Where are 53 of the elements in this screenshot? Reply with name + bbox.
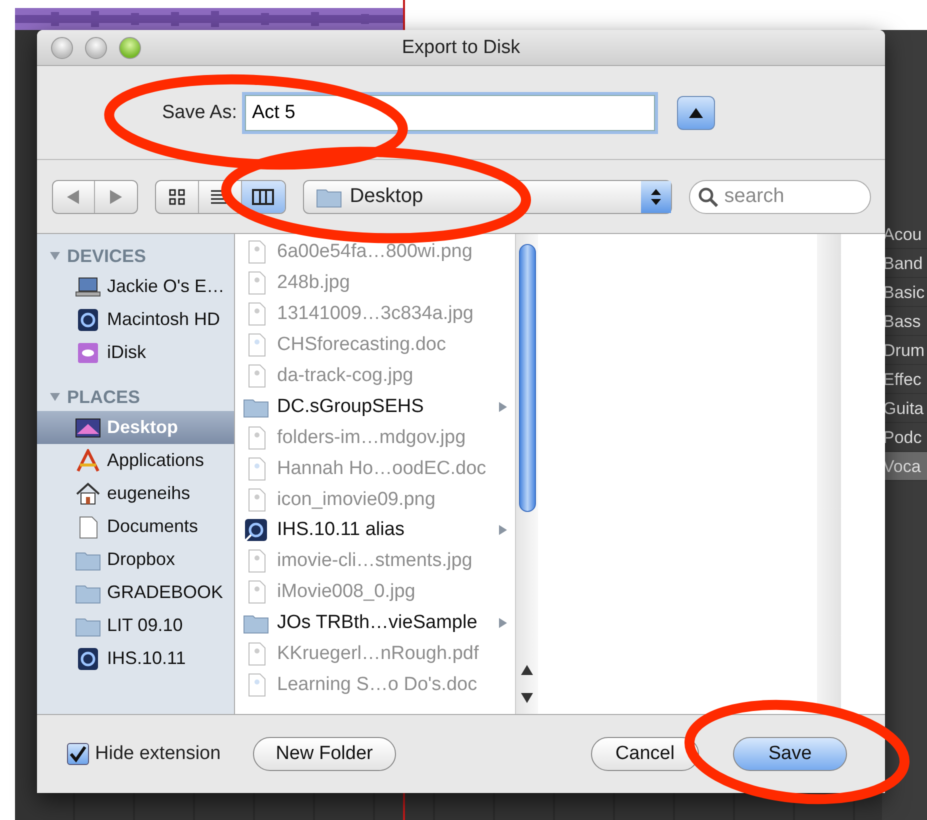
triangle-up-icon: [689, 108, 703, 118]
grid-view-icon: [168, 188, 185, 204]
file-row[interactable]: IHS.10.11 alias: [235, 515, 515, 546]
applications-icon: [75, 448, 101, 472]
sidebar-item[interactable]: eugeneihs: [37, 477, 234, 510]
track-item[interactable]: Voca: [882, 452, 927, 481]
section-heading: PLACES: [67, 386, 140, 408]
disclosure-triangle-icon[interactable]: [49, 250, 61, 262]
back-arrow-icon: [67, 190, 80, 204]
scrollbar[interactable]: [515, 234, 538, 714]
sidebar-item[interactable]: Documents: [37, 510, 234, 543]
chevron-icon: [497, 617, 509, 630]
window-title: Export to Disk: [402, 36, 520, 58]
file-row[interactable]: JOs TRBth…vieSample: [235, 608, 515, 639]
list-view-icon: [210, 188, 229, 204]
chevron-icon: [497, 400, 509, 413]
expand-button[interactable]: [677, 96, 715, 130]
column-view-icon: [252, 188, 274, 204]
sidebar-item[interactable]: Applications: [37, 444, 234, 477]
section-heading: DEVICES: [67, 246, 146, 266]
sidebar-item[interactable]: Macintosh HD: [37, 303, 234, 336]
laptop-icon: [75, 274, 101, 298]
checkbox-label: Hide extension: [95, 743, 221, 765]
search-input[interactable]: search: [722, 184, 862, 209]
checkbox[interactable]: [67, 743, 89, 765]
dialog-button[interactable]: Save: [733, 737, 847, 771]
dialog-button[interactable]: New Folder: [252, 737, 396, 771]
stepper-icon: [641, 180, 672, 212]
file-name-field[interactable]: Act 5: [245, 94, 655, 130]
scroll-thumb[interactable]: [518, 244, 536, 512]
location-popup[interactable]: Desktop: [302, 180, 672, 214]
close-button[interactable]: [51, 36, 73, 58]
disclosure-triangle-icon[interactable]: [49, 391, 61, 403]
sidebar-item[interactable]: LIT 09.10: [37, 609, 234, 642]
view-mode-control[interactable]: [154, 180, 286, 214]
save-as-label: Save As:: [162, 102, 237, 124]
sidebar-item[interactable]: IHS.10.11: [37, 642, 234, 675]
file-row[interactable]: DC.sGroupSEHS: [235, 391, 515, 422]
sidebar-item[interactable]: Dropbox: [37, 543, 234, 576]
search-field[interactable]: search: [689, 180, 871, 214]
cloud-drive-icon: [75, 340, 101, 364]
dialog-button[interactable]: Cancel: [591, 737, 699, 771]
check-icon: [69, 745, 87, 763]
minimize-button[interactable]: [85, 36, 107, 58]
desktop-icon: [75, 416, 101, 440]
forward-arrow-icon: [110, 190, 122, 204]
sidebar-item[interactable]: Jackie O's E…: [37, 270, 234, 303]
view-mode-button[interactable]: [242, 180, 285, 212]
sidebar-item[interactable]: iDisk: [37, 336, 234, 369]
house-icon: [75, 482, 101, 506]
chevron-icon: [497, 524, 509, 536]
sidebar-item[interactable]: GRADEBOOK: [37, 576, 234, 609]
search-icon: [698, 186, 718, 206]
